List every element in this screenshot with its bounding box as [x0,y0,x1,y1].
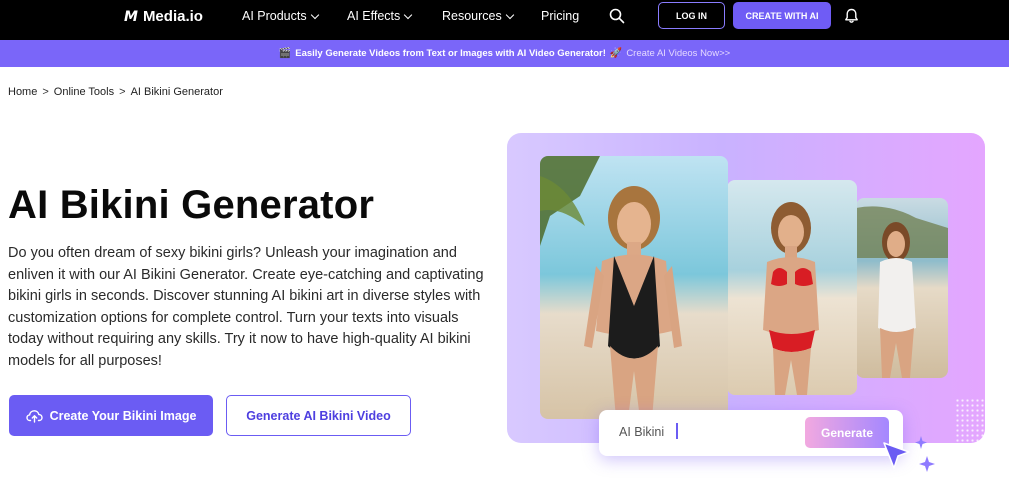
rocket-icon: 🚀 [609,48,623,59]
nav-ai-products[interactable]: AI Products [242,9,319,23]
breadcrumb-separator: > [119,86,126,98]
breadcrumb: Home > Online Tools > AI Bikini Generato… [8,86,223,98]
nav-ai-effects[interactable]: AI Effects [347,9,413,23]
chevron-down-icon [404,10,413,19]
bell-icon[interactable] [844,8,859,24]
text-caret [676,423,678,439]
breadcrumb-current: AI Bikini Generator [130,86,223,98]
chevron-down-icon [505,10,514,19]
nav-resources-label: Resources [442,9,502,23]
clapper-icon: 🎬 [278,48,292,59]
nav-pricing-label: Pricing [541,9,580,23]
promo-banner: 🎬 Easily Generate Videos from Text or Im… [0,40,1009,67]
breadcrumb-online-tools[interactable]: Online Tools [54,86,114,98]
bikini-photo-black [540,156,728,419]
hero-description: Do you often dream of sexy bikini girls?… [8,245,484,369]
login-button[interactable]: LOG IN [658,2,725,29]
chevron-down-icon [310,10,319,19]
cloud-upload-icon [25,409,43,423]
generate-bikini-video-button[interactable]: Generate AI Bikini Video [226,395,411,436]
nav-resources[interactable]: Resources [442,9,514,23]
create-with-ai-button[interactable]: CREATE WITH AI [733,2,831,29]
sparkle-icon [915,436,935,472]
breadcrumb-home[interactable]: Home [8,86,37,98]
cursor-pointer-icon [883,442,910,469]
logo-text: Media.io [142,8,203,25]
prompt-input-text: AI Bikini [619,425,665,439]
nav-ai-effects-label: AI Effects [347,9,401,23]
logo-mark: M [124,8,138,25]
nav-pricing[interactable]: Pricing [541,9,579,23]
prompt-box: AI Bikini Generate [599,410,903,456]
create-bikini-image-label: Create Your Bikini Image [49,408,197,423]
nav-ai-products-label: AI Products [242,9,307,23]
top-navigation: M Media.io AI Products AI Effects Resour… [0,0,1009,40]
banner-text: Easily Generate Videos from Text or Imag… [295,48,606,59]
create-bikini-image-button[interactable]: Create Your Bikini Image [9,395,213,436]
page-title: AI Bikini Generator [8,183,375,227]
generate-button[interactable]: Generate [805,417,889,448]
logo[interactable]: M Media.io [124,8,203,25]
bikini-photo-red [727,180,857,395]
banner-link[interactable]: Create AI Videos Now>> [626,48,730,59]
decorative-dots [955,398,985,443]
breadcrumb-separator: > [42,86,49,98]
search-icon[interactable] [609,8,625,24]
bikini-photo-white [856,198,948,378]
